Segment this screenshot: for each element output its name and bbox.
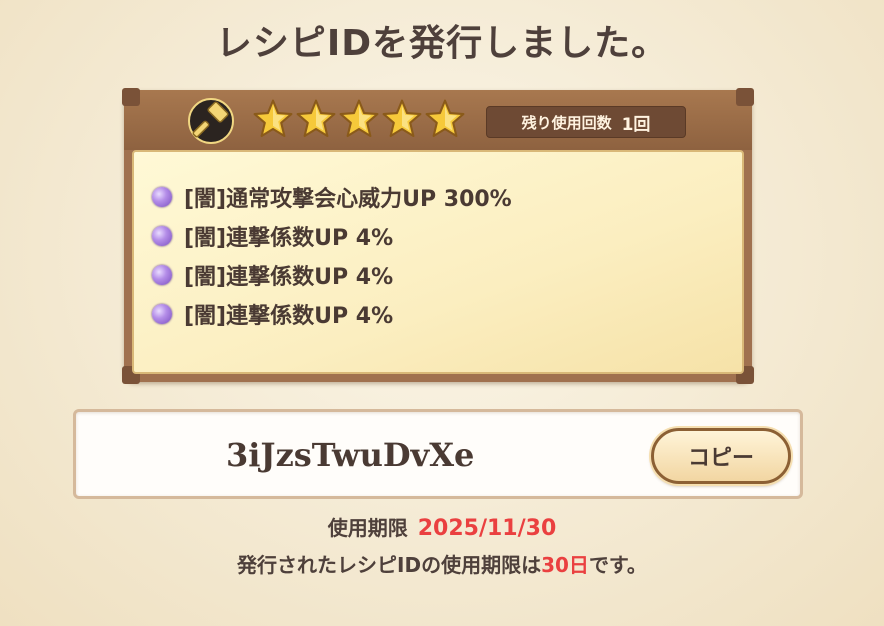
corner-ornament [736, 88, 754, 106]
expiry-date: 2025/11/30 [417, 516, 557, 541]
effect-text: [闇]連撃係数UP 4% [184, 264, 394, 290]
page-title: レシピIDを発行しました。 [215, 23, 669, 64]
effect-text: [闇]通常攻撃会心威力UP 300% [184, 186, 512, 212]
effect-text: [闇]連撃係数UP 4% [184, 225, 394, 251]
recipe-id-value[interactable]: 3iJzsTwuDvXe [226, 436, 474, 474]
star-icon [296, 99, 336, 138]
star-icon [339, 99, 379, 138]
expiry-note-days: 30日 [541, 553, 589, 577]
effect-item: [闇]連撃係数UP 4% [152, 294, 512, 333]
recipe-effects-panel: [闇]通常攻撃会心威力UP 300% [闇]連撃係数UP 4% [闇]連撃係数U… [132, 150, 744, 374]
corner-ornament [122, 88, 140, 106]
effect-item: [闇]連撃係数UP 4% [152, 255, 512, 294]
remaining-uses-count: 1回 [621, 114, 651, 135]
star-icon [425, 99, 465, 138]
expiry-label: 使用期限 [327, 516, 408, 540]
effect-item: [闇]連撃係数UP 4% [152, 216, 512, 255]
star-icon [382, 99, 422, 138]
effect-text: [闇]連撃係数UP 4% [184, 303, 394, 329]
purple-orb-icon [152, 225, 172, 246]
remaining-uses-label: 残り使用回数 [521, 113, 612, 132]
expiry-note-prefix: 発行されたレシピIDの使用期限は [237, 553, 542, 577]
effect-item: [闇]通常攻撃会心威力UP 300% [152, 177, 512, 216]
remaining-uses-badge: 残り使用回数 1回 [486, 106, 686, 138]
hammer-icon [188, 98, 234, 144]
effect-list: [闇]通常攻撃会心威力UP 300% [闇]連撃係数UP 4% [闇]連撃係数U… [152, 177, 512, 333]
star-icon [253, 99, 293, 138]
rarity-stars [252, 96, 466, 146]
expiry-note: 発行されたレシピIDの使用期限は30日です。 [0, 549, 884, 578]
recipe-card: 残り使用回数 1回 [闇]通常攻撃会心威力UP 300% [闇]連撃係数UP 4… [122, 88, 754, 384]
expiry-note-suffix: です。 [588, 553, 647, 577]
expiry-line: 使用期限 2025/11/30 [0, 512, 884, 541]
copy-button[interactable]: コピー [651, 428, 791, 484]
purple-orb-icon [152, 303, 172, 324]
purple-orb-icon [152, 186, 172, 207]
recipe-id-box: 3iJzsTwuDvXe コピー [73, 409, 803, 499]
purple-orb-icon [152, 264, 172, 285]
